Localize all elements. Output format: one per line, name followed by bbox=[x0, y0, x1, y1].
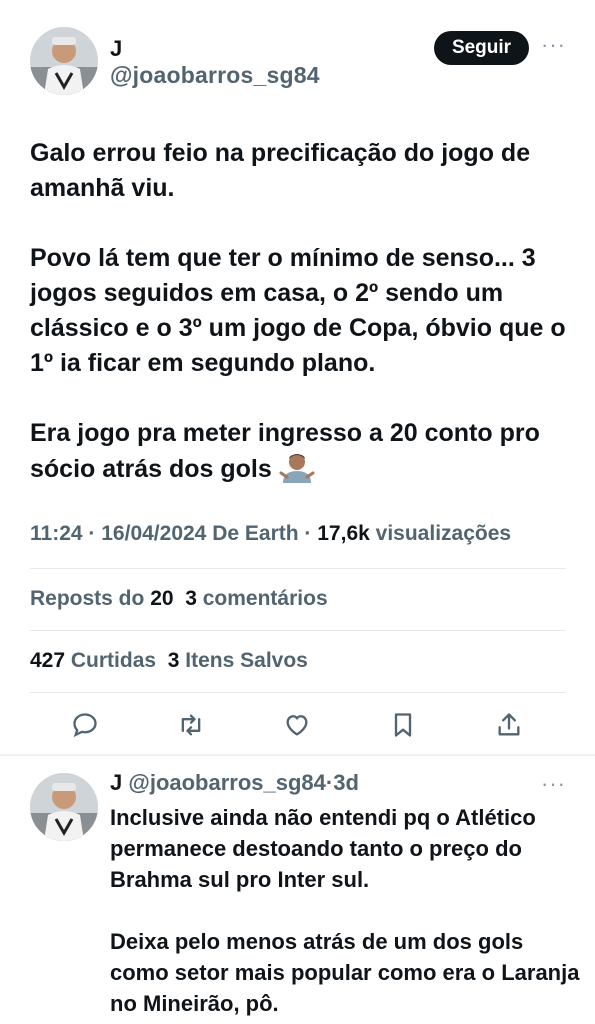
tweet-body: Galo errou feio na precificação do jogo … bbox=[30, 136, 575, 487]
divider bbox=[30, 568, 566, 569]
tweet-paragraph: Povo lá tem que ter o mínimo de senso...… bbox=[30, 244, 566, 377]
section-divider bbox=[0, 754, 595, 756]
reply-more-options-icon[interactable]: ··· bbox=[541, 773, 567, 795]
tweet-time[interactable]: 11:24 bbox=[30, 522, 83, 545]
likes-count[interactable]: 427 bbox=[30, 649, 65, 672]
divider bbox=[30, 630, 566, 631]
saved-count[interactable]: 3 bbox=[168, 649, 180, 672]
author-handle[interactable]: @joaobarros_sg84 bbox=[110, 62, 320, 89]
tweet-paragraph: Era jogo pra meter ingresso a 20 conto p… bbox=[30, 416, 575, 487]
tweet-source: De Earth bbox=[212, 522, 299, 545]
saved-label[interactable]: Itens Salvos bbox=[185, 649, 308, 672]
tweet-actions bbox=[70, 708, 530, 742]
divider bbox=[30, 692, 566, 693]
views-label: visualizações bbox=[375, 522, 512, 545]
reply-author-avatar[interactable] bbox=[30, 773, 98, 841]
reply-author-handle[interactable]: @joaobarros_sg84 bbox=[128, 770, 326, 795]
reply-body: Inclusive ainda não entendi pq o Atlétic… bbox=[110, 802, 580, 1019]
follow-button[interactable]: Seguir bbox=[434, 31, 529, 65]
meta-separator: · bbox=[88, 522, 96, 545]
likes-label[interactable]: Curtidas bbox=[71, 649, 156, 672]
bookmark-icon[interactable] bbox=[388, 708, 418, 742]
comments-count[interactable]: 3 bbox=[185, 587, 197, 610]
reposts-label[interactable]: Reposts do bbox=[30, 587, 144, 610]
reply-author-name[interactable]: J bbox=[110, 770, 122, 795]
reply-paragraph: Deixa pelo menos atrás de um dos gols co… bbox=[110, 929, 580, 1016]
views-count: 17,6k bbox=[317, 522, 370, 545]
tweet-meta: 11:24 · 16/04/2024 De Earth · 17,6k visu… bbox=[30, 522, 511, 546]
reply-header: J @joaobarros_sg84·3d bbox=[110, 770, 359, 796]
tweet-date[interactable]: 16/04/2024 bbox=[101, 522, 206, 545]
like-icon[interactable] bbox=[282, 708, 312, 742]
likes-row: 427 Curtidas 3 Itens Salvos bbox=[30, 649, 308, 673]
retweet-icon[interactable] bbox=[176, 708, 206, 742]
reposts-row: Reposts do 20 3 comentários bbox=[30, 587, 328, 611]
tweet-paragraph: Galo errou feio na precificação do jogo … bbox=[30, 139, 531, 202]
meta-separator: · bbox=[304, 522, 312, 545]
reply-paragraph: Inclusive ainda não entendi pq o Atlétic… bbox=[110, 805, 536, 892]
author-name[interactable]: J bbox=[110, 36, 122, 62]
comments-label[interactable]: comentários bbox=[203, 587, 328, 610]
more-options-icon[interactable]: ··· bbox=[541, 34, 567, 56]
person-shrugging-emoji bbox=[279, 451, 315, 483]
reply-time[interactable]: 3d bbox=[333, 770, 359, 795]
share-icon[interactable] bbox=[494, 708, 524, 742]
reply-icon[interactable] bbox=[70, 708, 100, 742]
author-avatar[interactable] bbox=[30, 27, 98, 95]
reposts-count[interactable]: 20 bbox=[150, 587, 173, 610]
